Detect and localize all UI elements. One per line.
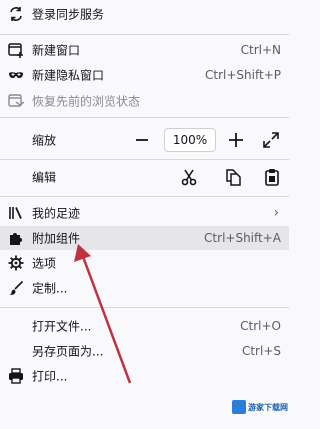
fullscreen-icon[interactable] — [262, 131, 280, 149]
chevron-right-icon: › — [273, 205, 279, 221]
new-private-window-shortcut: Ctrl+Shift+P — [205, 68, 281, 82]
menu-item-save-as[interactable]: 另存页面为... Ctrl+S — [0, 339, 289, 363]
new-window-icon — [8, 43, 23, 58]
menu-item-library[interactable]: 我的足迹 › — [0, 201, 289, 225]
separator — [0, 34, 289, 35]
open-file-shortcut: Ctrl+O — [240, 319, 281, 333]
menu-item-customize[interactable]: 定制... — [0, 276, 289, 300]
sign-in-label: 登录同步服务 — [32, 7, 105, 22]
library-label: 我的足迹 — [32, 206, 81, 221]
separator — [0, 307, 289, 308]
cut-icon[interactable] — [180, 168, 198, 186]
menu-item-addons[interactable]: 附加组件 Ctrl+Shift+A — [0, 226, 289, 250]
separator — [0, 159, 289, 160]
menu-item-print[interactable]: 打印... — [0, 364, 289, 388]
zoom-in-button[interactable] — [226, 130, 246, 150]
watermark-text: 游家下载网 — [248, 402, 288, 412]
customize-label: 定制... — [32, 281, 68, 296]
menu-item-edit: 编辑 — [0, 164, 289, 190]
library-icon — [9, 207, 22, 219]
new-window-shortcut: Ctrl+N — [240, 43, 281, 57]
sync-icon — [10, 7, 22, 21]
menu-item-options[interactable]: 选项 — [0, 251, 289, 275]
menu-item-new-private-window[interactable]: 新建隐私窗口 Ctrl+Shift+P — [0, 63, 289, 87]
menu-item-restore-session[interactable]: 恢复先前的浏览状态 — [0, 89, 289, 113]
printer-icon — [9, 368, 23, 384]
save-as-shortcut: Ctrl+S — [241, 344, 281, 358]
restore-session-label: 恢复先前的浏览状态 — [32, 94, 141, 109]
watermark-logo: 游家下载网 — [232, 400, 288, 414]
paste-icon[interactable] — [264, 168, 280, 186]
private-mask-icon — [9, 72, 23, 78]
open-file-label: 打开文件... — [32, 319, 92, 334]
zoom-value: 100% — [172, 133, 208, 147]
addons-label: 附加组件 — [32, 231, 81, 246]
separator — [0, 196, 289, 197]
addons-shortcut: Ctrl+Shift+A — [204, 231, 281, 245]
puzzle-icon — [10, 233, 22, 245]
brush-icon — [9, 280, 24, 295]
options-label: 选项 — [32, 256, 57, 271]
print-label: 打印... — [32, 369, 68, 384]
edit-label: 编辑 — [32, 170, 57, 185]
menu-item-new-window[interactable]: 新建窗口 Ctrl+N — [0, 38, 289, 62]
zoom-out-button[interactable] — [132, 130, 152, 150]
menu-item-open-file[interactable]: 打开文件... Ctrl+O — [0, 314, 289, 338]
restore-icon — [8, 94, 24, 107]
copy-icon[interactable] — [224, 168, 242, 186]
menu-item-sign-in[interactable]: 登录同步服务 — [0, 2, 289, 26]
new-window-label: 新建窗口 — [32, 43, 81, 58]
gear-icon — [8, 255, 24, 271]
new-private-window-label: 新建隐私窗口 — [32, 68, 105, 83]
watermark-icon — [232, 400, 246, 414]
zoom-label: 缩放 — [32, 133, 57, 148]
separator — [0, 117, 289, 118]
zoom-reset-button[interactable]: 100% — [164, 128, 216, 152]
menu-item-zoom: 缩放 100% — [0, 127, 289, 153]
save-as-label: 另存页面为... — [32, 344, 104, 359]
